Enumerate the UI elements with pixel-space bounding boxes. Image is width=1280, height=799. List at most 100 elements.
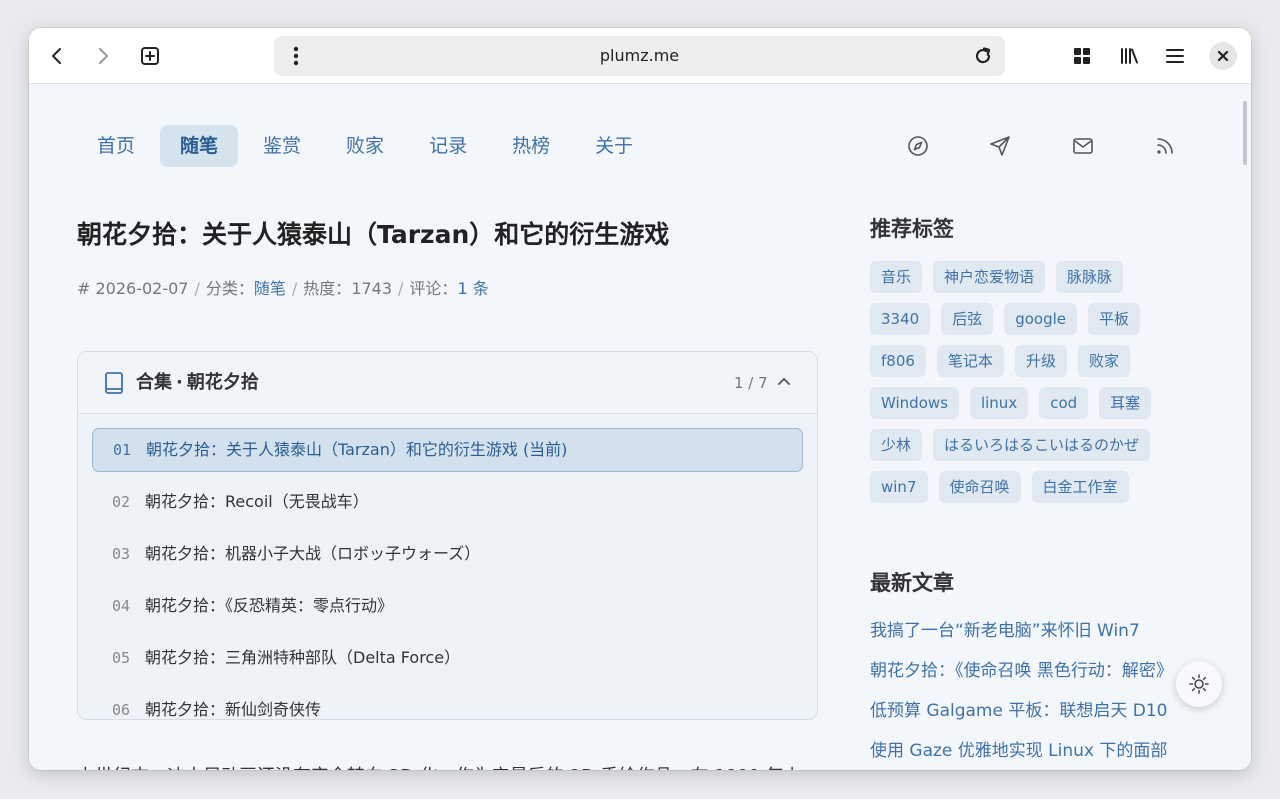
tag[interactable]: はるいろはるこいはるのかぜ — [933, 429, 1151, 461]
rss-button[interactable] — [1148, 129, 1182, 163]
nav-item-trending[interactable]: 热榜 — [492, 125, 570, 167]
scrollbar[interactable] — [1243, 101, 1247, 165]
browser-toolbar: plumz.me — [29, 28, 1251, 84]
category-link[interactable]: 随笔 — [254, 279, 286, 298]
tag-row: 音乐 神户恋爱物语 脉脉脉 — [870, 261, 1200, 293]
mail-icon — [1073, 138, 1093, 154]
latest-post-link[interactable]: 使用 Gaze 优雅地实现 Linux 下的面部 — [870, 738, 1180, 764]
item-number: 04 — [112, 597, 131, 615]
nav-item-reviews[interactable]: 鉴赏 — [243, 125, 321, 167]
collection-item[interactable]: 03 朝花夕拾：机器小子大战（ロボッ子ウォーズ） — [92, 532, 803, 576]
views-label: 热度： — [303, 279, 352, 298]
tag[interactable]: 脉脉脉 — [1056, 261, 1124, 293]
tag[interactable]: 败家 — [1077, 345, 1130, 377]
item-title: 朝花夕拾：Recoil（无畏战车） — [145, 492, 369, 511]
nav-item-records[interactable]: 记录 — [409, 125, 487, 167]
collection-panel: 合集 · 朝花夕拾 1 / 7 01 朝花夕拾：关于人猿泰山（Tarzan）和它的衍生… — [77, 351, 818, 720]
reload-button[interactable] — [967, 40, 999, 72]
tag-row: 少林 はるいろはるこいはるのかぜ — [870, 429, 1200, 461]
grid-icon — [1074, 48, 1090, 64]
forward-button[interactable] — [87, 40, 119, 72]
tag[interactable]: google — [1004, 303, 1077, 335]
tag[interactable]: 神户恋爱物语 — [933, 261, 1046, 293]
tag[interactable]: f806 — [870, 345, 926, 377]
nav-item-home[interactable]: 首页 — [77, 125, 155, 167]
tag[interactable]: 使命召唤 — [938, 471, 1021, 503]
site-nav: 首页 随笔 鉴赏 败家 记录 热榜 关于 — [77, 125, 658, 167]
article-date: # 2026-02-07 — [77, 279, 189, 298]
compass-button[interactable] — [901, 129, 935, 163]
chevron-up-icon[interactable] — [776, 373, 792, 389]
item-title: 朝花夕拾：关于人猿泰山（Tarzan）和它的衍生游戏 (当前) — [146, 440, 568, 459]
latest-post-link[interactable]: 朝花夕拾：《使命召唤 黑色行动：解密》 — [870, 658, 1180, 684]
comments-label: 评论： — [409, 279, 458, 298]
item-title: 朝花夕拾：三角洲特种部队（Delta Force） — [145, 648, 461, 667]
tag[interactable]: 3340 — [870, 303, 931, 335]
tag[interactable]: 后弦 — [941, 303, 994, 335]
collection-count: 1 / 7 — [734, 374, 768, 392]
web-page: 首页 随笔 鉴赏 败家 记录 热榜 关于 朝花夕拾：关于人猿泰山（Tarzan）… — [29, 85, 1251, 770]
send-button[interactable] — [983, 129, 1017, 163]
collection-item[interactable]: 06 朝花夕拾：新仙剑奇侠传 — [92, 688, 803, 719]
article-meta: # 2026-02-07/分类：随笔 / 热度：1743/评论：1 条 — [77, 279, 489, 298]
nav-item-essays[interactable]: 随笔 — [160, 125, 239, 167]
tag-cloud: 音乐 神户恋爱物语 脉脉脉 3340 后弦 google 平板 f806 笔记本… — [870, 261, 1200, 513]
tag[interactable]: 笔记本 — [936, 345, 1004, 377]
tag-row: win7 使命召唤 白金工作室 — [870, 471, 1200, 503]
book-icon — [105, 372, 123, 394]
tag[interactable]: Windows — [870, 387, 959, 419]
article-body: 上世纪末，迪士尼动画还没有完全转向 3D 化，作为它最后的 2D 手绘作品，在 … — [77, 761, 818, 770]
collection-item[interactable]: 05 朝花夕拾：三角洲特种部队（Delta Force） — [92, 636, 803, 680]
nav-item-shopping[interactable]: 败家 — [326, 125, 404, 167]
close-window-button[interactable] — [1209, 42, 1237, 70]
tag[interactable]: 平板 — [1088, 303, 1141, 335]
tag[interactable]: 少林 — [870, 429, 923, 461]
item-number: 05 — [112, 649, 131, 667]
address-bar[interactable]: plumz.me — [274, 36, 1005, 76]
tags-heading: 推荐标签 — [870, 217, 954, 241]
collection-item[interactable]: 02 朝花夕拾：Recoil（无畏战车） — [92, 480, 803, 524]
library-button[interactable] — [1113, 40, 1145, 72]
item-title: 朝花夕拾：机器小子大战（ロボッ子ウォーズ） — [145, 544, 481, 563]
collection-list: 01 朝花夕拾：关于人猿泰山（Tarzan）和它的衍生游戏 (当前) 02 朝花夕拾… — [92, 428, 803, 719]
tag[interactable]: linux — [969, 387, 1029, 419]
tag[interactable]: win7 — [870, 471, 928, 503]
chevron-right-icon — [99, 48, 108, 64]
reload-icon — [975, 47, 991, 64]
library-icon — [1121, 48, 1138, 64]
item-title: 朝花夕拾：新仙剑奇侠传 — [145, 700, 322, 719]
collection-item[interactable]: 01 朝花夕拾：关于人猿泰山（Tarzan）和它的衍生游戏 (当前) — [92, 428, 803, 472]
collection-header[interactable]: 合集 · 朝花夕拾 1 / 7 — [78, 352, 817, 414]
sun-icon — [1189, 674, 1209, 694]
main-menu-button[interactable] — [1159, 40, 1191, 72]
compass-icon — [908, 136, 928, 156]
item-number: 01 — [113, 441, 132, 459]
latest-post-link[interactable]: 低预算 Galgame 平板：联想启天 D10 — [870, 698, 1180, 724]
comments-link[interactable]: 1 条 — [457, 279, 488, 298]
rss-icon — [1157, 138, 1173, 154]
hamburger-icon — [1166, 49, 1184, 63]
mail-button[interactable] — [1066, 129, 1100, 163]
tag[interactable]: 音乐 — [870, 261, 923, 293]
tag[interactable]: 耳塞 — [1099, 387, 1152, 419]
article-title: 朝花夕拾：关于人猿泰山（Tarzan）和它的衍生游戏 — [77, 220, 670, 249]
new-tab-button[interactable] — [134, 40, 166, 72]
tag-row: 3340 后弦 google 平板 — [870, 303, 1200, 335]
latest-posts: 我搞了一台“新老电脑”来怀旧 Win7 朝花夕拾：《使命召唤 黑色行动：解密》 … — [870, 618, 1180, 770]
tag[interactable]: cod — [1039, 387, 1089, 419]
item-number: 03 — [112, 545, 131, 563]
collection-item[interactable]: 04 朝花夕拾：《反恐精英：零点行动》 — [92, 584, 803, 628]
back-button[interactable] — [41, 40, 73, 72]
latest-heading: 最新文章 — [870, 571, 954, 595]
theme-toggle-button[interactable] — [1176, 661, 1222, 707]
item-number: 06 — [112, 701, 131, 719]
nav-item-about[interactable]: 关于 — [575, 125, 653, 167]
extensions-button[interactable] — [1066, 40, 1098, 72]
item-title: 朝花夕拾：《反恐精英：零点行动》 — [145, 596, 394, 615]
browser-window: plumz.me 首页 随笔 鉴赏 败家 记录 热榜 关于 朝花夕拾：关于人猿泰… — [29, 28, 1251, 770]
tag-row: Windows linux cod 耳塞 — [870, 387, 1200, 419]
tag[interactable]: 升级 — [1014, 345, 1067, 377]
social-icons — [901, 129, 1201, 163]
latest-post-link[interactable]: 我搞了一台“新老电脑”来怀旧 Win7 — [870, 618, 1180, 644]
tag[interactable]: 白金工作室 — [1031, 471, 1129, 503]
